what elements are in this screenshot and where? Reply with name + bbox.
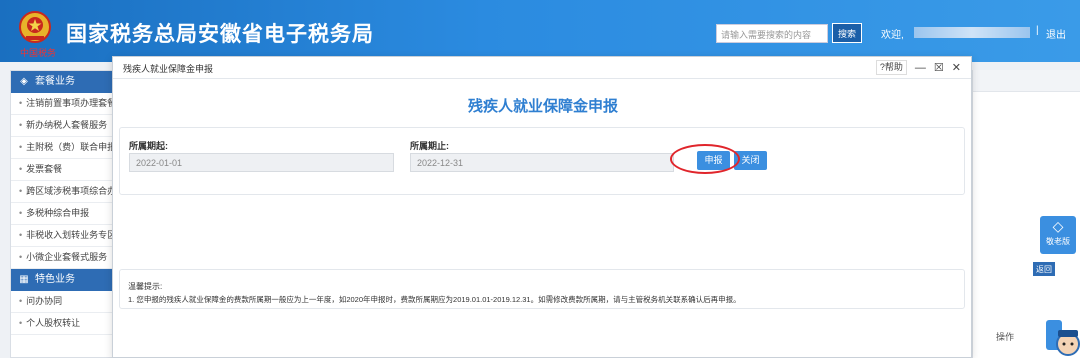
cube-icon: ◈ <box>20 76 28 87</box>
sidebar-item[interactable]: • 注销前置事项办理套餐 <box>11 93 121 115</box>
sidebar-section-label: 套餐业务 <box>35 76 75 87</box>
elder-mode-label: 敬老版 <box>1046 237 1070 246</box>
modal-titlebar: 残疾人就业保障金申报 ?帮助 — ☒ ✕ <box>113 57 971 79</box>
grid-icon: ▦ <box>19 274 29 285</box>
end-period-label: 所属期止: <box>410 141 449 151</box>
end-period-input[interactable]: 2022-12-31 <box>410 153 674 172</box>
sidebar-item[interactable]: • 发票套餐 <box>11 159 121 181</box>
search-button[interactable]: 搜索 <box>832 23 862 43</box>
emblem-subtext: 中国税务 <box>20 49 57 59</box>
sidebar-item[interactable]: • 多税种综合申报 <box>11 203 121 225</box>
welcome-text: 欢迎, <box>881 30 904 41</box>
operation-column-header: 操作 <box>996 332 1015 342</box>
maximize-icon[interactable]: ☒ <box>934 61 944 74</box>
tip-text: 1. 您申报的残疾人就业保障金的费款所属期一般应为上一年度，如2020年申报时，… <box>128 295 741 304</box>
back-button[interactable]: 返回 <box>1032 261 1056 277</box>
form-title: 残疾人就业保障金申报 <box>467 98 618 115</box>
sidebar-item[interactable]: • 跨区域涉税事项综合办理 <box>11 181 121 203</box>
sidebar-item[interactable]: • 小微企业套餐式服务 <box>11 247 121 269</box>
mascot-assistant-icon[interactable] <box>1044 318 1080 358</box>
declaration-modal: 残疾人就业保障金申报 ?帮助 — ☒ ✕ 残疾人就业保障金申报 所属期起: 20… <box>112 56 972 358</box>
logout-link[interactable]: 退出 <box>1046 26 1066 41</box>
sidebar: ◈ 套餐业务 • 注销前置事项办理套餐 • 新办纳税人套餐服务 • 主附税（费）联合申报… <box>10 70 122 358</box>
site-title: 国家税务总局安徽省电子税务局 <box>66 23 374 46</box>
tip-title: 温馨提示: <box>128 282 163 291</box>
period-form: 所属期起: 2022-01-01 所属期止: 2022-12-31 申报 关闭 <box>119 127 965 195</box>
sidebar-item[interactable]: • 主附税（费）联合申报 <box>11 137 121 159</box>
sidebar-section-package[interactable]: ◈ 套餐业务 <box>11 71 121 93</box>
elder-mode-button[interactable]: ◇ 敬老版 <box>1040 216 1076 254</box>
help-button[interactable]: ?帮助 <box>875 60 907 75</box>
masked-username <box>914 27 1030 38</box>
tip-box: 温馨提示: 1. 您申报的残疾人就业保障金的费款所属期一般应为上一年度，如202… <box>119 269 965 309</box>
start-period-input[interactable]: 2022-01-01 <box>129 153 394 172</box>
highlight-circle <box>670 144 740 174</box>
top-header: 中国税务 国家税务总局安徽省电子税务局 请输入需要搜索的内容 搜索 欢迎, | … <box>0 0 1080 62</box>
sidebar-item[interactable]: • 新办纳税人套餐服务 <box>11 115 121 137</box>
minimize-icon[interactable]: — <box>915 62 926 74</box>
search-input[interactable]: 请输入需要搜索的内容 <box>716 24 828 43</box>
sidebar-item[interactable]: • 问办协同 <box>11 291 121 313</box>
modal-window-title: 残疾人就业保障金申报 <box>123 64 214 74</box>
sidebar-section-special[interactable]: ▦ 特色业务 <box>11 269 121 291</box>
tax-emblem-icon <box>19 11 51 43</box>
sidebar-item[interactable]: • 非税收入划转业务专区 <box>11 225 121 247</box>
sidebar-item[interactable]: • 个人股权转让 <box>11 313 121 335</box>
close-icon[interactable]: ✕ <box>952 61 961 74</box>
modal-controls: ?帮助 — ☒ ✕ <box>875 60 961 75</box>
panel-strip <box>973 70 1080 92</box>
header-separator: | <box>1036 25 1039 36</box>
start-period-label: 所属期起: <box>129 141 168 151</box>
diamond-icon: ◇ <box>1052 218 1064 234</box>
sidebar-section-label: 特色业务 <box>35 274 75 285</box>
background-panel <box>972 70 1080 358</box>
